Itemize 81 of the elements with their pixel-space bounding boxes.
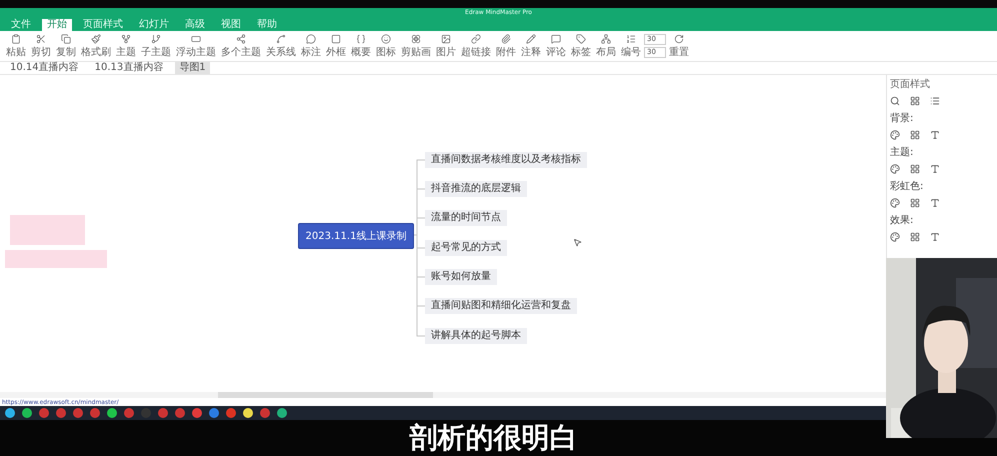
font-icon[interactable] [930,232,940,242]
smiley-icon [381,34,391,44]
search-icon[interactable] [890,96,900,106]
grid-icon[interactable] [910,198,920,208]
toolbar-button[interactable]: 编号 [619,34,643,58]
menu-tab[interactable]: 开始 [42,19,72,31]
toolbar-button[interactable]: 图标 [374,34,398,58]
link-icon [471,34,481,44]
topic-node[interactable]: 直播间贴图和精细化运营和复盘 [425,298,577,314]
paintbrush-icon [91,34,101,44]
toolbar-button[interactable]: 格式刷 [79,34,113,58]
section-label: 主题: [890,146,914,159]
toolbar-button[interactable]: 外框 [324,34,348,58]
toolbar-button[interactable]: 注释 [519,34,543,58]
grid-icon[interactable] [910,130,920,140]
document-tab[interactable]: 10.13直播内容 [90,62,168,74]
section-label: 彩虹色: [890,180,924,193]
toolbar-button[interactable]: 子主题 [139,34,173,58]
comment-icon [551,34,561,44]
topic-node[interactable]: 抖音推流的底层逻辑 [425,181,527,197]
toolbar-button[interactable]: 超链接 [459,34,493,58]
palette-icon[interactable] [890,232,900,242]
root-topic[interactable]: 2023.11.1线上课录制 [298,223,414,249]
toolbar-button[interactable]: 浮动主题 [174,34,218,58]
palette-icon[interactable] [890,198,900,208]
scissors-icon [36,34,46,44]
document-tab[interactable]: 10.14直播内容 [6,62,83,74]
paperclip-icon [501,34,511,44]
list-icon[interactable] [930,96,940,106]
toolbar-button[interactable]: 评论 [544,34,568,58]
fork-icon [121,34,131,44]
toolbar-button[interactable]: 多个主题 [219,34,263,58]
font-icon[interactable] [930,198,940,208]
toolbar-button[interactable]: 标签 [569,34,593,58]
image-icon [441,34,451,44]
rectangle-icon [191,34,201,44]
cursor-icon [573,238,582,247]
toolbar-button[interactable]: 复制 [54,34,78,58]
grid-icon[interactable] [910,96,920,106]
branch-icon [151,34,161,44]
toolbar-button[interactable]: 标注 [299,34,323,58]
toolbar-button[interactable]: 附件 [494,34,518,58]
braces-icon [356,34,366,44]
document-tab[interactable]: 导图1 [175,62,210,74]
toolbar-button[interactable]: 布局 [594,34,618,58]
palette-icon[interactable] [890,164,900,174]
subtitle: 剖析的很明白 [410,420,578,456]
toolbar-button[interactable]: 图片 [434,34,458,58]
rotate-icon [674,34,684,44]
tag-icon [576,34,586,44]
grid-icon[interactable] [910,164,920,174]
topic-node[interactable]: 起号常见的方式 [425,240,507,256]
curve-icon [276,34,286,44]
copy-icon [61,34,71,44]
topic-node[interactable]: 直播间数据考核维度以及考核指标 [425,152,587,168]
font-icon[interactable] [930,164,940,174]
network-icon [601,34,611,44]
toolbar-button[interactable]: 主题 [114,34,138,58]
section-label: 背景: [890,112,914,125]
grid-icon[interactable] [910,232,920,242]
topic-node[interactable]: 账号如何放量 [425,269,497,285]
font-icon[interactable] [930,130,940,140]
numbered-list-icon [626,34,636,44]
topic-node[interactable]: 讲解具体的起号脚本 [425,328,527,344]
pencil-icon [526,34,536,44]
toolbar-button[interactable]: 关系线 [264,34,298,58]
toolbar-button[interactable]: 剪切 [29,34,53,58]
section-label: 效果: [890,214,914,227]
toolbar-button[interactable]: 剪贴画 [399,34,433,58]
share-icon [236,34,246,44]
clipboard-icon [11,34,21,44]
toolbar-button[interactable]: 概要 [349,34,373,58]
toolbar-button[interactable]: 粘贴 [4,34,28,58]
palette-icon[interactable] [890,130,900,140]
panel-title: 页面样式 [890,78,931,91]
flower-icon [411,34,421,44]
square-icon [331,34,341,44]
speech-bubble-icon [306,34,316,44]
topic-node[interactable]: 流量的时间节点 [425,210,507,226]
reset-button[interactable]: 重置 [667,34,691,58]
scrollbar[interactable] [0,392,886,398]
